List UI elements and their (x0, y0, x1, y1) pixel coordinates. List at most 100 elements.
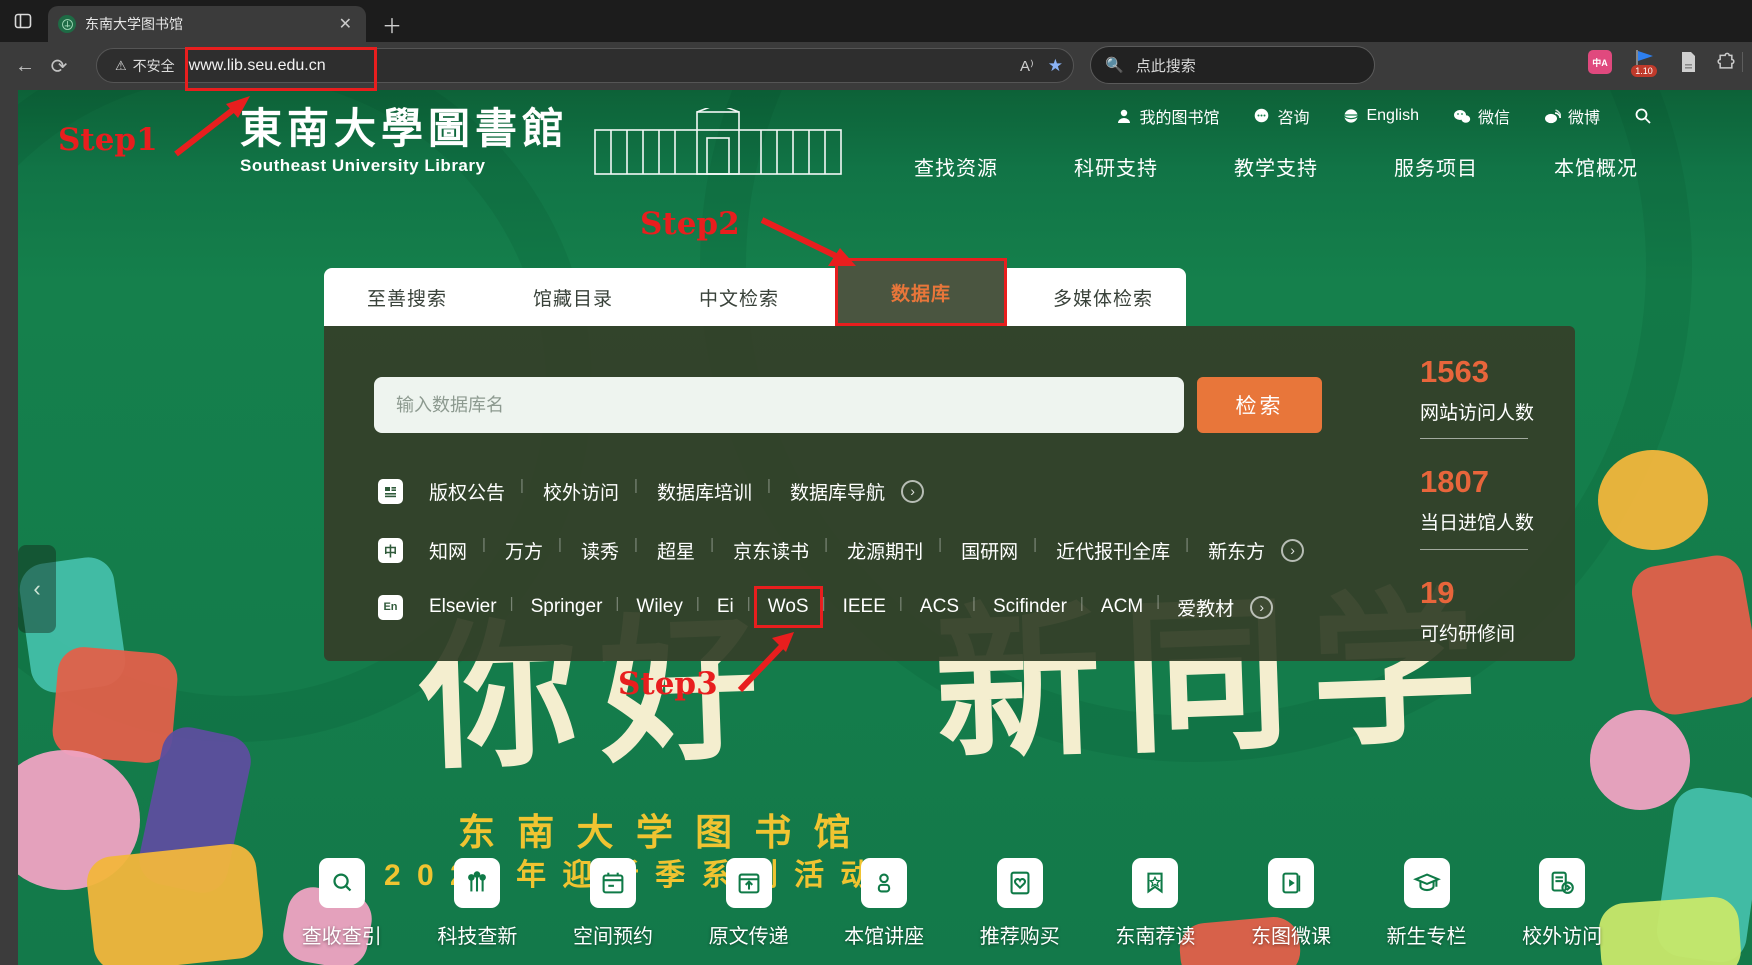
logo-subtitle: Southeast University Library (240, 156, 569, 176)
link-longyuan[interactable]: 龙源期刊 (847, 533, 923, 568)
english-link[interactable]: English (1343, 107, 1418, 125)
quicklink-freshman-column[interactable]: 新生专栏 (1359, 858, 1495, 949)
database-search-button[interactable]: 检索 (1197, 377, 1322, 433)
tab-strip: 东南大学图书馆 ✕ ＋ (0, 0, 1752, 42)
link-modern-periodicals[interactable]: 近代报刊全库 (1056, 533, 1170, 568)
quicklink-space-booking[interactable]: 空间预约 (545, 858, 681, 949)
step3-label: Step3 (618, 666, 718, 702)
site-search-icon[interactable] (1634, 107, 1652, 125)
link-chaoxing[interactable]: 超星 (657, 533, 695, 568)
recommended-reading-icon (1132, 858, 1178, 908)
tab-multimedia-search[interactable]: 多媒体检索 (1020, 268, 1186, 326)
nav-services[interactable]: 服务项目 (1394, 152, 1478, 181)
link-database-navigation[interactable]: 数据库导航 (790, 474, 885, 509)
flag-extension-icon[interactable]: 1.10 (1630, 46, 1658, 80)
not-secure-label: 不安全 (133, 56, 175, 76)
stat-daily-entries: 1807当日进馆人数 (1420, 464, 1560, 535)
favorites-star-icon[interactable]: ★ (1048, 56, 1063, 76)
nav-teaching-support[interactable]: 教学支持 (1234, 152, 1318, 181)
link-guoyan[interactable]: 国研网 (961, 533, 1018, 568)
db-links-row-notices: 版权公告 校外访问 数据库培训 数据库导航 › (378, 476, 924, 506)
illustration-figure (50, 645, 179, 765)
circle-arrow-icon[interactable]: › (1281, 539, 1304, 562)
link-cnki[interactable]: 知网 (429, 533, 467, 568)
link-database-training[interactable]: 数据库培训 (657, 474, 752, 509)
circle-arrow-icon[interactable]: › (1250, 596, 1273, 619)
illustration-figure (1598, 450, 1708, 550)
nav-about[interactable]: 本馆概况 (1554, 152, 1638, 181)
library-logo[interactable]: 東南大學圖書館 Southeast University Library (240, 108, 843, 176)
quicklink-document-delivery[interactable]: 原文传递 (681, 858, 817, 949)
banner-library-name: 东 南 大 学 图 书 馆 (458, 802, 857, 856)
quicklink-recommended-reading[interactable]: 东南荐读 (1088, 858, 1224, 949)
new-tab-icon[interactable]: ＋ (382, 10, 402, 39)
link-neworiental[interactable]: 新东方 (1208, 533, 1265, 568)
english-db-icon: En (378, 595, 403, 620)
nav-find-resources[interactable]: 查找资源 (914, 152, 998, 181)
link-wiley[interactable]: Wiley (636, 592, 682, 622)
micro-course-icon (1268, 858, 1314, 908)
my-library-link[interactable]: 我的图书馆 (1116, 104, 1219, 128)
translate-extension-icon[interactable]: 中A (1588, 50, 1612, 74)
freshman-column-icon (1404, 858, 1450, 908)
link-ieee[interactable]: IEEE (843, 592, 886, 622)
database-search-input[interactable] (374, 377, 1184, 433)
illustration-figure (84, 841, 265, 965)
link-acm[interactable]: ACM (1101, 592, 1143, 622)
link-acs[interactable]: ACS (920, 592, 959, 622)
link-jd-reading[interactable]: 京东读书 (733, 533, 809, 568)
quicklink-recommend-purchase[interactable]: 推荐购买 (952, 858, 1088, 949)
extensions-puzzle-icon[interactable] (1714, 50, 1738, 74)
link-copyright-notice[interactable]: 版权公告 (429, 474, 505, 509)
quicklink-citation-search[interactable]: 查收查引 (274, 858, 410, 949)
quick-links-row: 查收查引 科技查新 空间预约 原文传递 (274, 858, 1630, 949)
chinese-db-icon: 中 (378, 538, 403, 563)
back-icon[interactable]: ← (8, 55, 42, 78)
main-nav: 查找资源 科研支持 教学支持 服务项目 本馆概况 (914, 152, 1638, 181)
logo-title: 東南大學圖書館 (240, 108, 569, 150)
link-aijiaocai[interactable]: 爱教材 (1177, 590, 1234, 625)
quicklink-micro-course[interactable]: 东图微课 (1223, 858, 1359, 949)
db-links-row-english: En Elsevier Springer Wiley Ei WoS IEEE A… (378, 592, 1273, 622)
link-duxiu[interactable]: 读秀 (581, 533, 619, 568)
consult-link[interactable]: 咨询 (1253, 104, 1309, 128)
browser-window: 东南大学图书馆 ✕ ＋ ← ⟳ ⚠ 不安全 www.lib.seu.edu.cn… (0, 0, 1752, 965)
tab-list-icon[interactable] (10, 8, 36, 34)
quicklink-lectures[interactable]: 本馆讲座 (816, 858, 952, 949)
quicklink-off-campus-access[interactable]: 校外访问 (1494, 858, 1630, 949)
tab-catalog[interactable]: 馆藏目录 (490, 268, 656, 326)
stat-divider (1420, 549, 1528, 550)
warning-icon: ⚠ (115, 58, 127, 74)
link-wanfang[interactable]: 万方 (505, 533, 543, 568)
link-elsevier[interactable]: Elsevier (429, 592, 497, 622)
wechat-link[interactable]: 微信 (1453, 104, 1510, 128)
link-scifinder[interactable]: Scifinder (993, 592, 1067, 622)
browser-search-box[interactable]: 🔍 点此搜索 (1090, 46, 1375, 84)
step1-highlight-box (185, 47, 377, 91)
database-panel: 检索 版权公告 校外访问 数据库培训 数据库导航 › 中 知网 万方 读秀 超星… (324, 326, 1575, 661)
link-springer[interactable]: Springer (531, 592, 603, 622)
globe-icon (1343, 108, 1359, 124)
browser-search-placeholder: 点此搜索 (1136, 55, 1196, 76)
nav-research-support[interactable]: 科研支持 (1074, 152, 1158, 181)
step2-label: Step2 (640, 206, 740, 242)
weibo-link[interactable]: 微博 (1544, 104, 1600, 128)
document-extension-icon[interactable] (1676, 50, 1700, 74)
carousel-prev-button[interactable]: ‹ (18, 545, 56, 633)
circle-arrow-icon[interactable]: › (901, 480, 924, 503)
read-aloud-icon[interactable]: A⁾ (1020, 57, 1034, 75)
window-edge (0, 90, 18, 965)
stat-divider (1420, 438, 1528, 439)
notice-list-icon (378, 479, 403, 504)
document-delivery-icon (726, 858, 772, 908)
tab-zhishan-search[interactable]: 至善搜索 (324, 268, 490, 326)
quicklink-novelty-check[interactable]: 科技查新 (410, 858, 546, 949)
site-favicon-icon (58, 15, 76, 33)
refresh-icon[interactable]: ⟳ (42, 54, 76, 79)
close-icon[interactable]: ✕ (335, 14, 356, 34)
link-off-campus-access[interactable]: 校外访问 (543, 474, 619, 509)
browser-tab[interactable]: 东南大学图书馆 ✕ (48, 6, 366, 42)
novelty-check-icon (454, 858, 500, 908)
step1-arrow (168, 92, 258, 162)
off-campus-access-icon (1539, 858, 1585, 908)
